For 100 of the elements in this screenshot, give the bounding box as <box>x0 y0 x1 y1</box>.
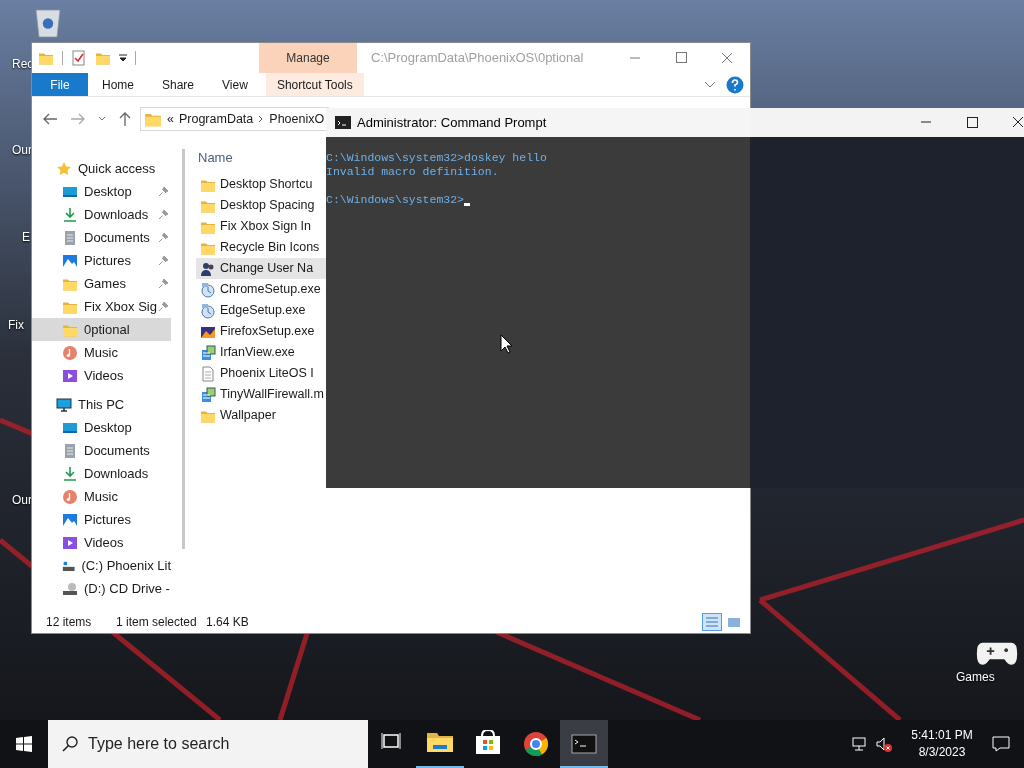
video-icon <box>62 367 78 384</box>
desktop-icon-label[interactable]: Fix <box>8 318 24 332</box>
file-name: Change User Na <box>220 260 314 278</box>
people-icon <box>200 260 216 277</box>
up-arrow-icon[interactable] <box>118 111 132 127</box>
nav-item[interactable]: Games <box>32 272 171 295</box>
ribbon-tab[interactable]: File <box>32 73 88 96</box>
file-name: Desktop Shortcu <box>220 176 313 194</box>
column-header[interactable]: Name <box>196 148 306 168</box>
installer-icon <box>200 281 216 298</box>
file-name: Phoenix LiteOS I <box>220 365 314 383</box>
notification-icon[interactable] <box>992 736 1010 752</box>
document-icon <box>62 442 78 459</box>
disc-drive-icon <box>62 580 78 597</box>
text-file-icon <box>200 365 216 382</box>
windows-logo-icon[interactable] <box>16 736 32 752</box>
properties-icon[interactable] <box>71 50 87 66</box>
desktop-icon-label[interactable]: Our <box>12 143 32 157</box>
ribbon-tab[interactable]: View <box>208 73 262 96</box>
package-icon <box>200 344 216 361</box>
selection-info: 1 item selected <box>116 614 198 631</box>
back-arrow-icon[interactable] <box>42 112 58 126</box>
nav-item[interactable]: This PC <box>32 393 171 416</box>
file-name: ChromeSetup.exe <box>220 281 321 299</box>
nav-item[interactable]: Music <box>32 341 171 364</box>
network-icon[interactable] <box>852 736 868 752</box>
console-line: Invalid macro definition. <box>326 165 499 179</box>
file-row[interactable]: EdgeSetup.exe <box>196 300 326 321</box>
file-row[interactable]: Wallpaper <box>196 405 326 426</box>
nav-item[interactable]: 0ptional <box>32 318 171 341</box>
console-line: C:\Windows\system32> <box>326 193 465 207</box>
file-row[interactable]: Desktop Shortcu <box>196 174 326 195</box>
file-row[interactable]: ChromeSetup.exe <box>196 279 326 300</box>
file-row[interactable]: Phoenix LiteOS I <box>196 363 326 384</box>
dropdown-caret-icon[interactable] <box>119 54 127 62</box>
installer-icon <box>200 302 216 319</box>
desktop-icon-label[interactable]: Games <box>956 670 995 684</box>
file-row[interactable]: Fix Xbox Sign In <box>196 216 326 237</box>
nav-item[interactable]: Pictures <box>32 249 171 272</box>
clock[interactable]: 5:41:01 PM 8/3/2023 <box>906 727 978 761</box>
desktop-icon-label[interactable]: E <box>22 230 30 244</box>
file-row[interactable]: FirefoxSetup.exe <box>196 321 326 342</box>
speaker-icon[interactable] <box>876 736 892 752</box>
nav-item[interactable]: Pictures <box>32 508 171 531</box>
console-icon <box>335 116 351 129</box>
chrome-logo-icon <box>522 730 550 758</box>
ribbon-tab[interactable]: Shortcut Tools <box>265 73 364 96</box>
file-row[interactable]: Desktop Spacing <box>196 195 326 216</box>
file-row[interactable]: Recycle Bin Icons <box>196 237 326 258</box>
video-icon <box>62 534 78 551</box>
taskbar-app[interactable] <box>560 720 608 768</box>
help-icon[interactable] <box>726 75 744 94</box>
file-row[interactable]: TinyWallFirewall.m <box>196 384 326 405</box>
file-name: IrfanView.exe <box>220 344 295 362</box>
star-icon <box>56 160 72 177</box>
nav-item[interactable]: Videos <box>32 531 171 554</box>
scrollbar[interactable] <box>182 149 185 549</box>
desktop-icon-label[interactable]: Our <box>12 493 32 507</box>
nav-item[interactable]: Videos <box>32 364 171 387</box>
file-name: Fix Xbox Sign In <box>220 218 311 236</box>
nav-item[interactable]: Desktop <box>32 416 171 439</box>
context-tab-header: Manage <box>259 43 357 73</box>
breadcrumb-overflow[interactable]: « <box>167 109 174 129</box>
chevron-down-icon[interactable] <box>704 80 716 89</box>
music-icon <box>62 488 78 505</box>
chevron-down-icon[interactable] <box>98 116 106 122</box>
nav-item[interactable]: Downloads <box>32 203 171 226</box>
nav-item[interactable]: Downloads <box>32 462 171 485</box>
chevron-right-icon <box>258 115 265 123</box>
breadcrumb[interactable]: PhoenixO <box>269 109 325 129</box>
nav-item[interactable]: (C:) Phoenix Lit <box>32 554 171 577</box>
file-name: Desktop Spacing <box>220 197 315 215</box>
search-field[interactable]: Type here to search <box>48 720 368 768</box>
file-name: FirefoxSetup.exe <box>220 323 315 341</box>
file-name: EdgeSetup.exe <box>220 302 306 320</box>
file-name: Recycle Bin Icons <box>220 239 320 257</box>
package-icon <box>200 386 216 403</box>
nav-item[interactable]: Documents <box>32 226 171 249</box>
ribbon-tab[interactable]: Home <box>88 73 148 96</box>
window-title: Administrator: Command Prompt <box>357 113 547 132</box>
nav-item[interactable]: Fix Xbox Sig <box>32 295 171 318</box>
file-name: TinyWallFirewall.m <box>220 386 324 404</box>
picture-icon <box>62 252 78 269</box>
music-icon <box>62 344 78 361</box>
nav-item[interactable]: (D:) CD Drive - <box>32 577 171 600</box>
file-name: Wallpaper <box>220 407 276 425</box>
download-icon <box>62 206 78 223</box>
search-icon <box>62 736 78 752</box>
file-row[interactable]: IrfanView.exe <box>196 342 326 363</box>
ribbon-tab[interactable]: Share <box>148 73 209 96</box>
item-count: 12 items <box>46 614 93 631</box>
nav-item[interactable]: Quick access <box>32 157 171 180</box>
file-row[interactable]: Change User Na <box>196 258 326 279</box>
console-line: C:\Windows\system32>doskey hello <box>326 151 547 165</box>
breadcrumb[interactable]: ProgramData <box>178 109 254 129</box>
nav-item[interactable]: Desktop <box>32 180 171 203</box>
download-icon <box>62 465 78 482</box>
nav-item[interactable]: Music <box>32 485 171 508</box>
nav-item[interactable]: Documents <box>32 439 171 462</box>
mouse-pointer-icon <box>500 334 513 354</box>
